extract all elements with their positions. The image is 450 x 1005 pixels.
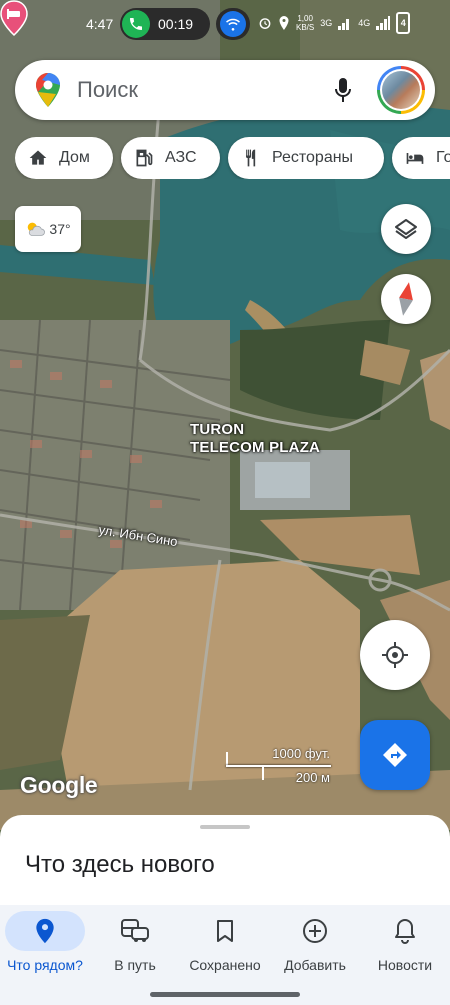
scale-metric: 200 м (295, 770, 330, 785)
scale-bar (226, 765, 331, 767)
hotel-icon (404, 147, 426, 169)
location-pin-icon (36, 918, 54, 944)
directions-icon (383, 743, 407, 767)
satellite-imagery (0, 0, 450, 830)
net-speed: 1,00 KB/S (296, 14, 315, 32)
partly-cloudy-icon (28, 222, 46, 236)
commute-icon (121, 919, 149, 942)
category-chips: Дом АЗС Рестораны Го (15, 137, 450, 179)
google-attribution: Google (20, 772, 98, 798)
chip-restaurants[interactable]: Рестораны (228, 137, 384, 179)
nav-label: Сохранено (189, 957, 261, 973)
nav-label: Добавить (284, 957, 346, 973)
home-icon (27, 147, 49, 169)
chip-label: Го (436, 149, 450, 166)
nav-label: Что рядом? (7, 957, 83, 973)
sheet-drag-handle[interactable] (200, 825, 250, 829)
account-avatar[interactable] (377, 66, 425, 114)
alarm-icon (259, 18, 271, 29)
explore-sheet[interactable]: Что здесь нового (0, 815, 450, 915)
signal-4g: 4G (358, 18, 371, 28)
restaurant-icon (240, 147, 262, 169)
nav-updates[interactable]: Новости (360, 911, 450, 981)
layers-icon (395, 219, 417, 239)
nav-label: В путь (114, 957, 156, 973)
compass-icon (399, 282, 413, 316)
directions-button[interactable] (360, 720, 430, 790)
call-timer: 00:19 (158, 16, 194, 32)
sheet-title: Что здесь нового (25, 851, 215, 878)
map-view[interactable]: TURON TELECOM PLAZA ул. Ибн Сино Google … (0, 0, 450, 830)
chip-label: Рестораны (272, 149, 354, 166)
home-indicator[interactable] (150, 992, 300, 997)
poi-label[interactable]: TURON TELECOM PLAZA (190, 421, 320, 457)
poi-name-line2: TELECOM PLAZA (190, 439, 321, 456)
status-icons: 1,00 KB/S 3G 4G 4 (258, 12, 411, 34)
battery-icon: 4 (396, 12, 411, 34)
google-maps-logo-icon (36, 73, 60, 107)
chip-home[interactable]: Дом (15, 137, 113, 179)
signal-bars-icon (338, 19, 350, 30)
search-input[interactable] (77, 74, 327, 106)
weather-widget[interactable]: 37° (15, 206, 81, 252)
phone-icon (122, 10, 150, 38)
bottom-navigation: Что рядом? В путь Сохранено Добавить Нов… (0, 905, 450, 1005)
chip-hotels[interactable]: Го (392, 137, 450, 179)
search-bar[interactable] (15, 60, 435, 120)
nav-label: Новости (377, 957, 433, 973)
scale-tick (262, 766, 264, 780)
chip-label: АЗС (165, 149, 197, 166)
bell-icon (395, 919, 415, 944)
layers-button[interactable] (381, 204, 431, 254)
microphone-icon (335, 78, 351, 102)
nav-saved[interactable]: Сохранено (180, 911, 270, 981)
nav-go[interactable]: В путь (90, 911, 180, 981)
chip-gas-stations[interactable]: АЗС (121, 137, 220, 179)
location-status-icon (279, 16, 289, 30)
voice-search-button[interactable] (327, 74, 359, 106)
status-time: 4:47 (86, 16, 114, 32)
ongoing-call-pill[interactable]: 00:19 (120, 8, 210, 40)
map-scale: 1000 фут. 200 м (226, 746, 338, 786)
avatar-photo (382, 71, 420, 109)
compass-button[interactable] (381, 274, 431, 324)
hotspot-icon (220, 11, 246, 37)
hotspot-pill[interactable] (216, 8, 250, 40)
scale-tick (226, 752, 228, 766)
signal-3g: 3G (320, 18, 333, 28)
my-location-button[interactable] (360, 620, 430, 690)
bookmark-icon (217, 920, 233, 942)
poi-name-line1: TURON (190, 421, 245, 438)
nav-contribute[interactable]: Добавить (270, 911, 360, 981)
crosshair-icon (382, 642, 408, 668)
scale-imperial: 1000 фут. (272, 746, 330, 761)
temperature: 37° (49, 221, 71, 237)
status-bar: 4:47 00:19 1,00 KB/S 3G 4G 4 (0, 0, 450, 50)
nav-explore[interactable]: Что рядом? (0, 911, 90, 981)
signal-bars-icon (376, 16, 391, 30)
gas-station-icon (133, 147, 155, 169)
chip-label: Дом (59, 149, 90, 166)
add-circle-icon (303, 919, 327, 943)
